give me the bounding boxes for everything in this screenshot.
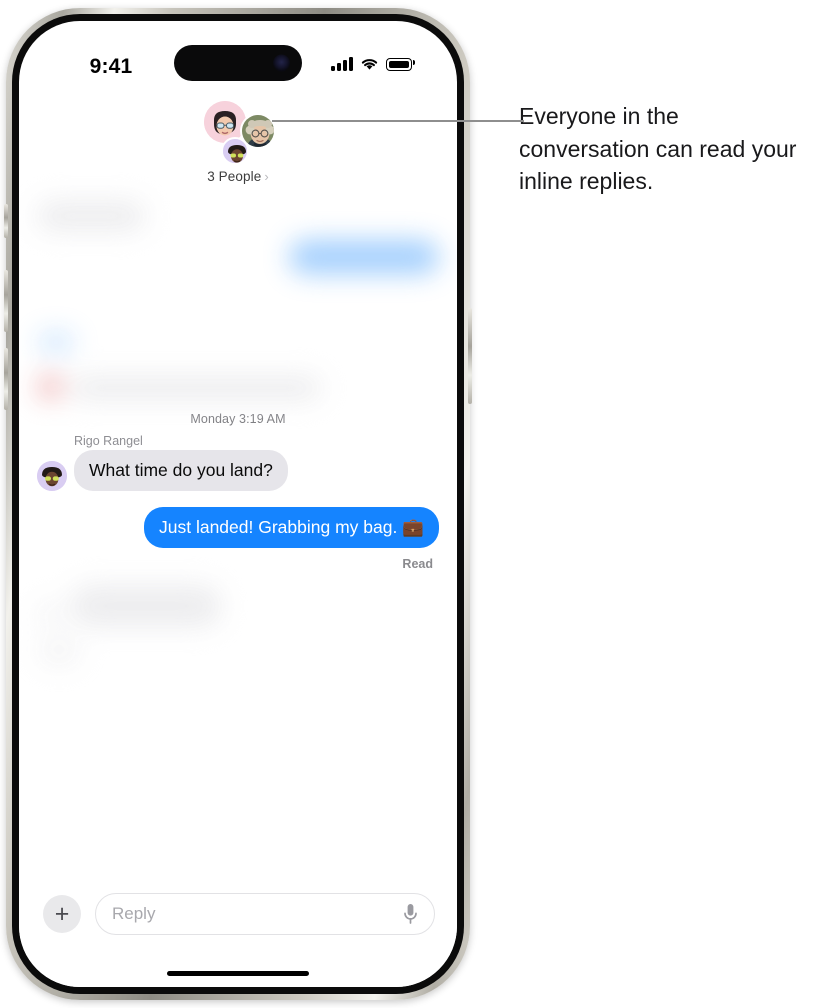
battery-full-icon bbox=[386, 58, 415, 71]
microphone-icon[interactable] bbox=[403, 903, 418, 925]
reply-placeholder: Reply bbox=[112, 904, 156, 923]
callout-leader-line bbox=[272, 120, 524, 122]
status-bar-indicators bbox=[331, 57, 415, 71]
status-bar: 9:41 bbox=[19, 21, 457, 81]
message-bubble-outgoing[interactable]: Just landed! Grabbing my bag. 💼 bbox=[144, 506, 444, 548]
table-row[interactable]: Just landed! Grabbing my bag. 💼 bbox=[19, 506, 457, 548]
participants-label: 3 People bbox=[207, 169, 262, 184]
wifi-icon bbox=[361, 59, 378, 70]
phone-bezel: 9:41 3 People › Monday 3:19 AM Rigo Rang… bbox=[12, 14, 464, 994]
cellular-bars-icon bbox=[331, 57, 353, 71]
message-timestamp: Monday 3:19 AM bbox=[190, 412, 286, 426]
mute-switch[interactable] bbox=[4, 204, 8, 238]
iphone-device-frame: 9:41 3 People › Monday 3:19 AM Rigo Rang… bbox=[4, 8, 472, 1000]
screenshot-stage: 9:41 3 People › Monday 3:19 AM Rigo Rang… bbox=[0, 0, 814, 1008]
group-avatar-cluster[interactable] bbox=[188, 101, 288, 167]
callout-text: Everyone in the conversation can read yo… bbox=[519, 103, 797, 195]
blurred-messages-above bbox=[19, 169, 457, 400]
chevron-right-icon: › bbox=[264, 169, 269, 184]
reply-input[interactable]: Reply bbox=[95, 893, 435, 935]
message-sender-name: Rigo Rangel bbox=[74, 434, 143, 448]
participants-button[interactable]: 3 People › bbox=[19, 169, 457, 184]
power-button[interactable] bbox=[468, 308, 472, 404]
read-receipt-label: Read bbox=[402, 556, 433, 571]
conversation-header[interactable]: 3 People › bbox=[19, 101, 457, 184]
memoji-pink-avatar[interactable] bbox=[204, 101, 246, 143]
blurred-messages-below bbox=[19, 584, 457, 666]
volume-down-button[interactable] bbox=[4, 348, 8, 410]
add-attachment-button[interactable]: + bbox=[43, 895, 81, 933]
volume-up-button[interactable] bbox=[4, 270, 8, 332]
message-list[interactable]: Monday 3:19 AM Rigo Rangel What time do … bbox=[19, 169, 457, 879]
table-row[interactable]: What time do you land? bbox=[19, 450, 457, 491]
status-bar-clock: 9:41 bbox=[89, 55, 133, 78]
message-bubble-incoming[interactable]: What time do you land? bbox=[69, 450, 288, 491]
front-camera-icon bbox=[273, 54, 290, 72]
memoji-purple-avatar[interactable] bbox=[221, 137, 249, 165]
message-input-bar[interactable]: + Reply bbox=[19, 879, 457, 987]
phone-screen: 9:41 3 People › Monday 3:19 AM Rigo Rang… bbox=[19, 21, 457, 987]
dynamic-island bbox=[174, 45, 302, 81]
home-indicator[interactable] bbox=[167, 970, 309, 976]
memoji-purple-avatar[interactable] bbox=[37, 460, 67, 491]
